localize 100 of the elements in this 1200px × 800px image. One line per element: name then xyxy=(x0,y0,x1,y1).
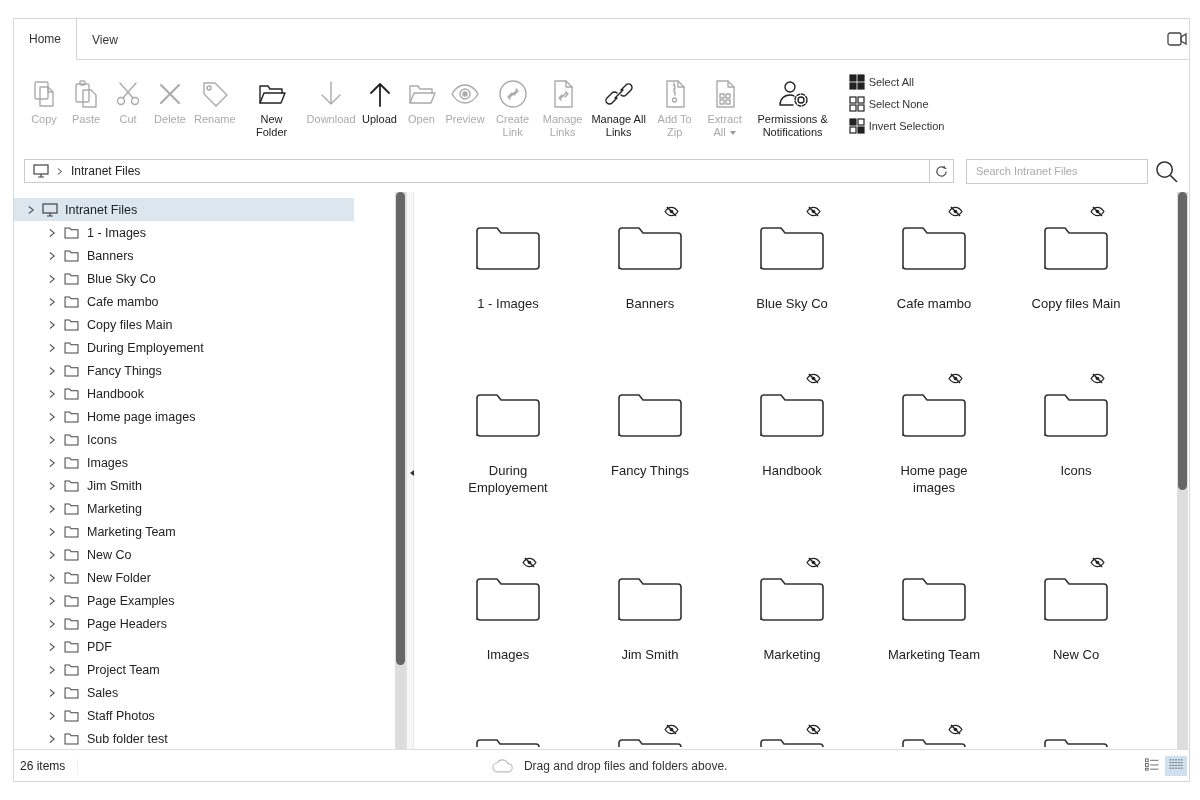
tree-item[interactable]: Page Examples xyxy=(14,589,175,612)
path-bar[interactable]: Intranet Files xyxy=(24,159,954,183)
chevron-icon[interactable] xyxy=(49,664,56,675)
tree-item[interactable]: Fancy Things xyxy=(14,359,162,382)
folder-item[interactable]: 1 - Images xyxy=(437,192,579,359)
computer-icon xyxy=(42,202,58,217)
scrollbar[interactable] xyxy=(395,192,406,749)
tree-item[interactable]: Staff Photos xyxy=(14,704,155,727)
tree-item[interactable]: Icons xyxy=(14,428,117,451)
folder-icon xyxy=(64,249,79,262)
folder-item[interactable]: During Employement xyxy=(437,359,579,543)
chevron-icon[interactable] xyxy=(49,365,56,376)
tree-item[interactable]: New Folder xyxy=(14,566,151,589)
chevron-icon[interactable] xyxy=(49,388,56,399)
chevron-icon[interactable] xyxy=(49,227,56,238)
folder-item[interactable]: Marketing Team xyxy=(863,543,1005,710)
tree-item[interactable]: Sub folder test xyxy=(14,727,168,749)
tree-item[interactable]: Marketing xyxy=(14,497,142,520)
select-none-button[interactable]: Select None xyxy=(848,96,945,112)
ribbon-tab[interactable]: Home xyxy=(14,19,77,60)
chevron-icon[interactable] xyxy=(49,710,56,721)
select-all-button[interactable]: Select All xyxy=(848,74,945,90)
folder-icon xyxy=(64,341,79,354)
drop-hint: Drag and drop files and folders above. xyxy=(523,758,728,773)
folder-item[interactable]: Banners xyxy=(579,192,721,359)
breadcrumb[interactable]: Intranet Files xyxy=(71,164,141,178)
empty-grid-icon xyxy=(848,96,865,112)
tree-item[interactable]: 1 - Images xyxy=(14,221,147,244)
chevron-icon[interactable] xyxy=(49,733,56,744)
grid-view-button[interactable] xyxy=(1165,755,1187,776)
folder-icon xyxy=(64,502,79,515)
folder-name: Cafe mambo xyxy=(895,295,973,312)
invert-selection-button[interactable]: Invert Selection xyxy=(848,118,945,134)
folder-icon xyxy=(64,318,79,331)
folder-icon xyxy=(64,709,79,722)
tree-item[interactable]: Marketing Team xyxy=(14,520,176,543)
tree-item[interactable]: Copy files Main xyxy=(14,313,173,336)
folder-icon xyxy=(64,686,79,699)
chevron-icon[interactable] xyxy=(49,296,56,307)
chevron-icon[interactable] xyxy=(49,319,56,330)
folder-item[interactable]: Marketing xyxy=(721,543,863,710)
folder-item[interactable]: Handbook xyxy=(721,359,863,543)
search-field[interactable]: Search Intranet Files xyxy=(966,158,1148,184)
folder-name: Copy files Main xyxy=(1030,295,1122,312)
tree-item[interactable]: Images xyxy=(14,451,128,474)
tree-item[interactable]: Jim Smith xyxy=(14,474,142,497)
chevron-icon[interactable] xyxy=(49,549,56,560)
tree-item[interactable]: Home page images xyxy=(14,405,196,428)
folder-item[interactable]: Home page images xyxy=(863,359,1005,543)
tree-item[interactable]: Banners xyxy=(14,244,134,267)
manage-all-links-button[interactable]: Manage All Links xyxy=(588,78,649,139)
folder-icon xyxy=(64,571,79,584)
folder-name: During Employement xyxy=(467,462,549,496)
folder-icon xyxy=(64,364,79,377)
chevron-icon[interactable] xyxy=(49,618,56,629)
new-folder-button[interactable]: New Folder xyxy=(247,78,296,139)
refresh-icon xyxy=(935,164,948,178)
folder-icon xyxy=(64,456,79,469)
tree-item[interactable]: Intranet Files xyxy=(14,198,354,221)
chevron-icon[interactable] xyxy=(49,641,56,652)
folder-item[interactable]: Jim Smith xyxy=(579,543,721,710)
folder-icon xyxy=(64,479,79,492)
folder-item[interactable]: Cafe mambo xyxy=(863,192,1005,359)
tree-item[interactable]: Page Headers xyxy=(14,612,167,635)
tree-item[interactable]: PDF xyxy=(14,635,112,658)
folder-item[interactable]: Copy files Main xyxy=(1005,192,1147,359)
chevron-icon[interactable] xyxy=(28,204,35,215)
folder-item[interactable]: Images xyxy=(437,543,579,710)
folder-name: Jim Smith xyxy=(620,646,680,663)
tree-item[interactable]: Sales xyxy=(14,681,119,704)
folder-item[interactable]: Fancy Things xyxy=(579,359,721,543)
chevron-icon[interactable] xyxy=(49,572,56,583)
tree-item[interactable]: Cafe mambo xyxy=(14,290,159,313)
chevron-icon[interactable] xyxy=(49,526,56,537)
chevron-icon[interactable] xyxy=(49,595,56,606)
folder-item[interactable]: New Co xyxy=(1005,543,1147,710)
tree-item[interactable]: Project Team xyxy=(14,658,160,681)
chevron-icon[interactable] xyxy=(49,273,56,284)
chevron-icon[interactable] xyxy=(49,457,56,468)
chevron-icon[interactable] xyxy=(49,480,56,491)
upload-button[interactable]: Upload xyxy=(359,78,400,126)
folder-item[interactable]: Icons xyxy=(1005,359,1147,543)
folder-item[interactable]: Blue Sky Co xyxy=(721,192,863,359)
chevron-icon[interactable] xyxy=(49,434,56,445)
chevron-icon[interactable] xyxy=(49,342,56,353)
chevron-icon[interactable] xyxy=(49,411,56,422)
scrollbar[interactable] xyxy=(1177,192,1188,749)
tree-item[interactable]: Blue Sky Co xyxy=(14,267,156,290)
chevron-icon[interactable] xyxy=(49,503,56,514)
tree-item[interactable]: New Co xyxy=(14,543,132,566)
item-count: 26 items xyxy=(14,758,79,773)
checker-grid-icon xyxy=(848,118,865,134)
video-camera-icon[interactable] xyxy=(1167,32,1187,46)
search-icon[interactable] xyxy=(1155,159,1178,183)
tree-item[interactable]: During Employement xyxy=(14,336,204,359)
tree-item[interactable]: Handbook xyxy=(14,382,144,405)
chevron-icon[interactable] xyxy=(49,250,56,261)
permissions-button[interactable]: Permissions & Notifications xyxy=(750,78,835,139)
chevron-icon[interactable] xyxy=(49,687,56,698)
ribbon-tab[interactable]: View xyxy=(77,19,134,60)
